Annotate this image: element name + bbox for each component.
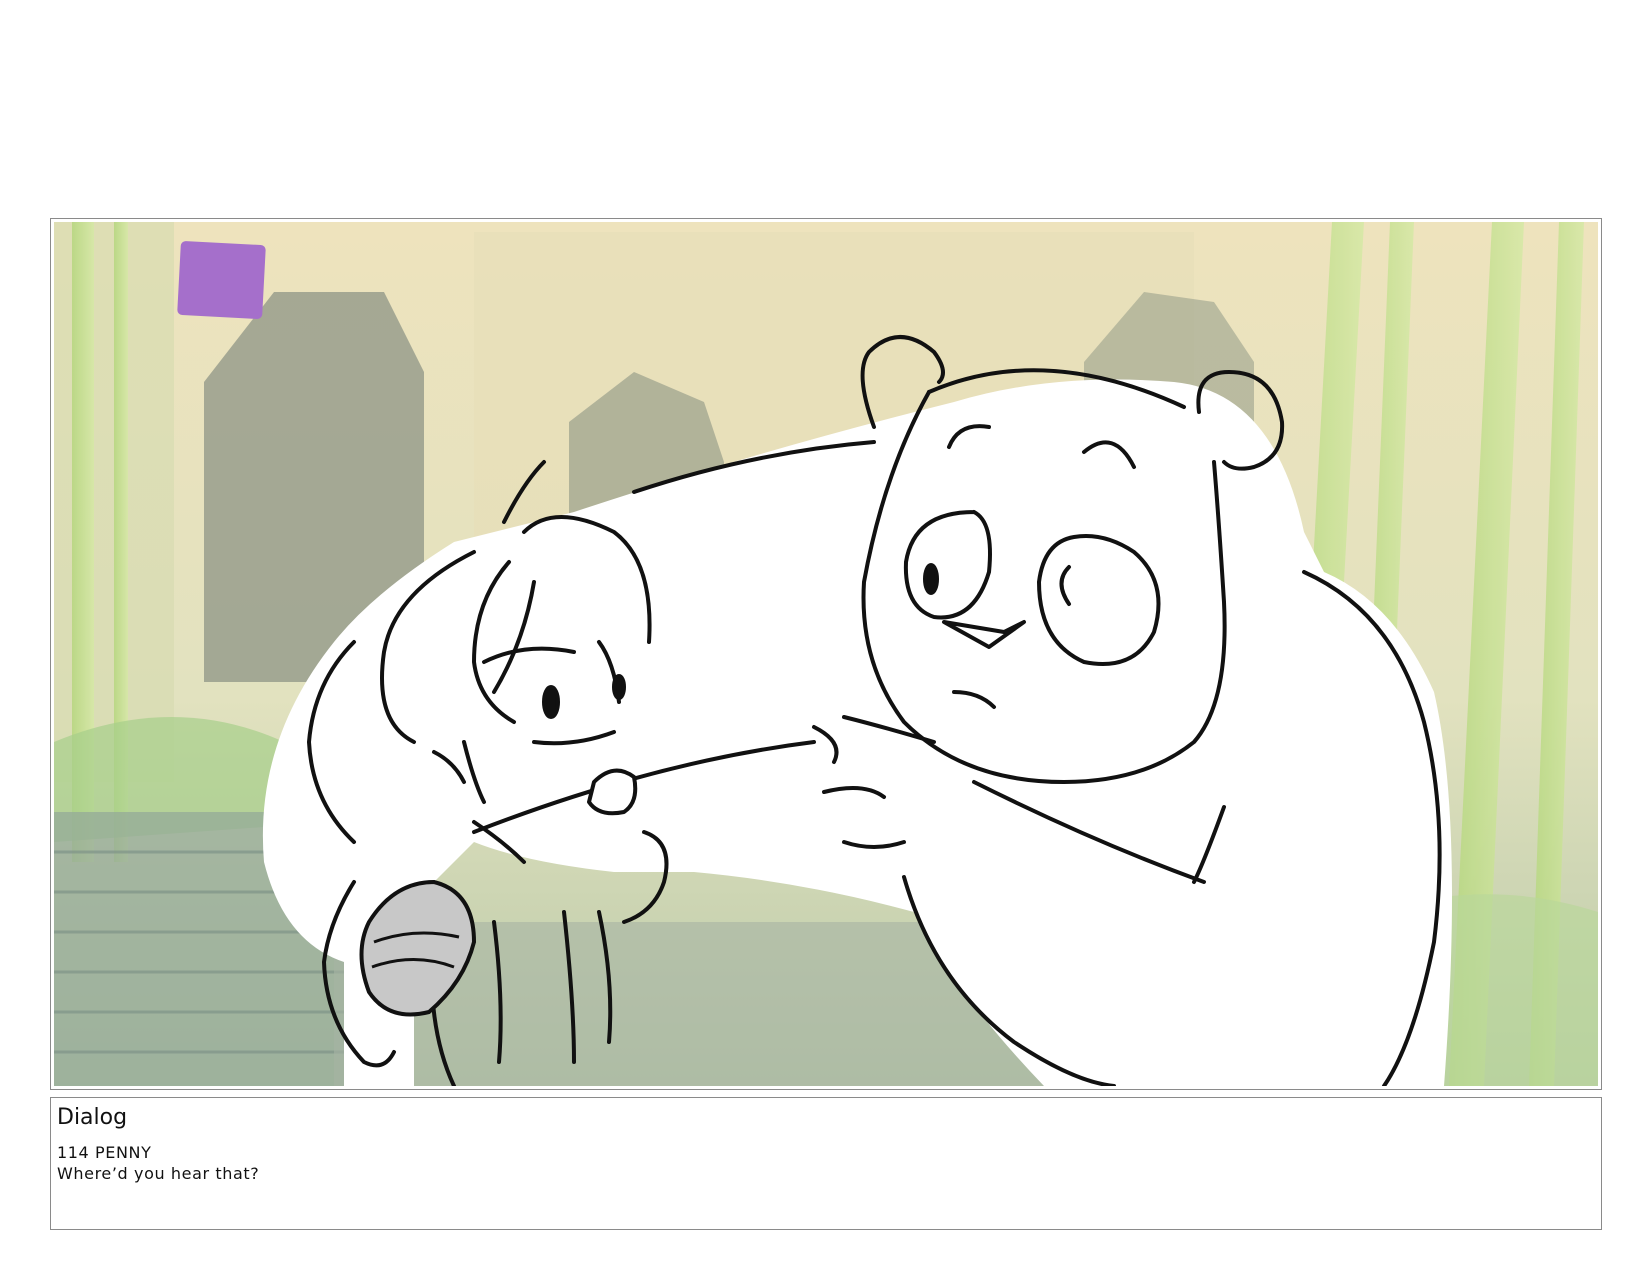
dialog-heading: Dialog: [57, 1105, 128, 1130]
storyboard-panel-frame: [50, 218, 1602, 1090]
dialog-box: Dialog 114 PENNY Where’d you hear that?: [50, 1097, 1602, 1230]
storyboard-panel-image: [54, 222, 1598, 1086]
panel-color-marker: [177, 241, 266, 319]
dialog-speaker-line: 114 PENNY: [57, 1143, 152, 1162]
dialog-text-line: Where’d you hear that?: [57, 1164, 260, 1183]
